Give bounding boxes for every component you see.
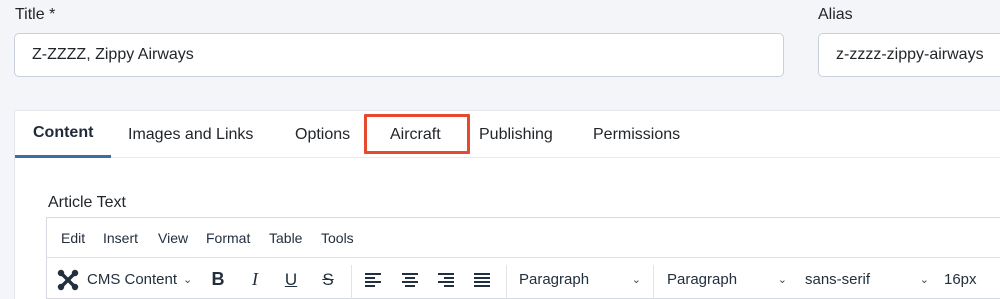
toolbar-separator — [506, 265, 507, 299]
bold-button[interactable]: B — [205, 259, 231, 299]
align-justify-icon — [474, 272, 490, 287]
menu-format[interactable]: Format — [206, 230, 250, 246]
title-label: Title * — [15, 6, 56, 23]
chevron-down-icon: ⌄ — [631, 274, 641, 286]
chevron-down-icon: ⌄ — [183, 274, 193, 286]
menu-insert[interactable]: Insert — [103, 230, 138, 246]
tab-options[interactable]: Options — [295, 111, 350, 158]
align-right-button[interactable] — [433, 259, 459, 299]
align-center-icon — [402, 272, 418, 287]
tab-permissions[interactable]: Permissions — [593, 111, 680, 158]
chevron-down-icon: ⌄ — [919, 274, 929, 286]
cms-content-button[interactable]: CMS Content ⌄ — [55, 259, 200, 299]
font-size-select[interactable]: 16px — [940, 259, 1000, 299]
rich-text-editor: Edit Insert View Format Table Tools CMS … — [46, 217, 1000, 299]
toolbar-separator — [351, 265, 352, 299]
alias-label: Alias — [818, 6, 853, 23]
strikethrough-button[interactable]: S — [315, 259, 341, 299]
strikethrough-icon: S — [322, 269, 334, 289]
tab-content[interactable]: Content — [15, 111, 112, 158]
tab-bar: Content Images and Links Options Aircraf… — [15, 111, 1000, 158]
font-family-value: sans-serif — [805, 271, 871, 288]
block-format-value: Paragraph — [519, 271, 590, 288]
chevron-down-icon: ⌄ — [777, 274, 787, 286]
editor-toolbar: CMS Content ⌄ B I U S Paragraph ⌄ Paragr… — [47, 259, 1000, 299]
bold-icon: B — [211, 269, 225, 289]
font-family-select[interactable]: sans-serif ⌄ — [801, 259, 933, 299]
menu-view[interactable]: View — [158, 230, 188, 246]
style-format-value: Paragraph — [667, 271, 738, 288]
menu-edit[interactable]: Edit — [61, 230, 85, 246]
italic-button[interactable]: I — [242, 259, 268, 299]
align-justify-button[interactable] — [469, 259, 495, 299]
title-input[interactable]: Z-ZZZZ, Zippy Airways — [14, 33, 784, 77]
underline-button[interactable]: U — [278, 259, 304, 299]
toolbar-separator — [653, 265, 654, 299]
underline-icon: U — [284, 269, 298, 289]
menu-table[interactable]: Table — [269, 230, 302, 246]
cms-content-label: CMS Content — [87, 271, 178, 288]
align-left-icon — [365, 272, 381, 287]
tab-images-and-links[interactable]: Images and Links — [128, 111, 253, 158]
article-text-label: Article Text — [48, 194, 126, 211]
editor-menubar: Edit Insert View Format Table Tools — [47, 218, 1000, 258]
style-format-select[interactable]: Paragraph ⌄ — [663, 259, 791, 299]
block-format-select[interactable]: Paragraph ⌄ — [515, 259, 645, 299]
font-size-value: 16px — [944, 271, 977, 288]
joomla-logo-icon — [55, 267, 81, 293]
menu-tools[interactable]: Tools — [321, 230, 354, 246]
tab-publishing[interactable]: Publishing — [479, 111, 553, 158]
italic-icon: I — [252, 269, 258, 289]
align-center-button[interactable] — [397, 259, 423, 299]
tab-aircraft[interactable]: Aircraft — [390, 111, 441, 158]
align-right-icon — [438, 272, 454, 287]
align-left-button[interactable] — [360, 259, 386, 299]
alias-input[interactable]: z-zzzz-zippy-airways — [818, 33, 1000, 77]
